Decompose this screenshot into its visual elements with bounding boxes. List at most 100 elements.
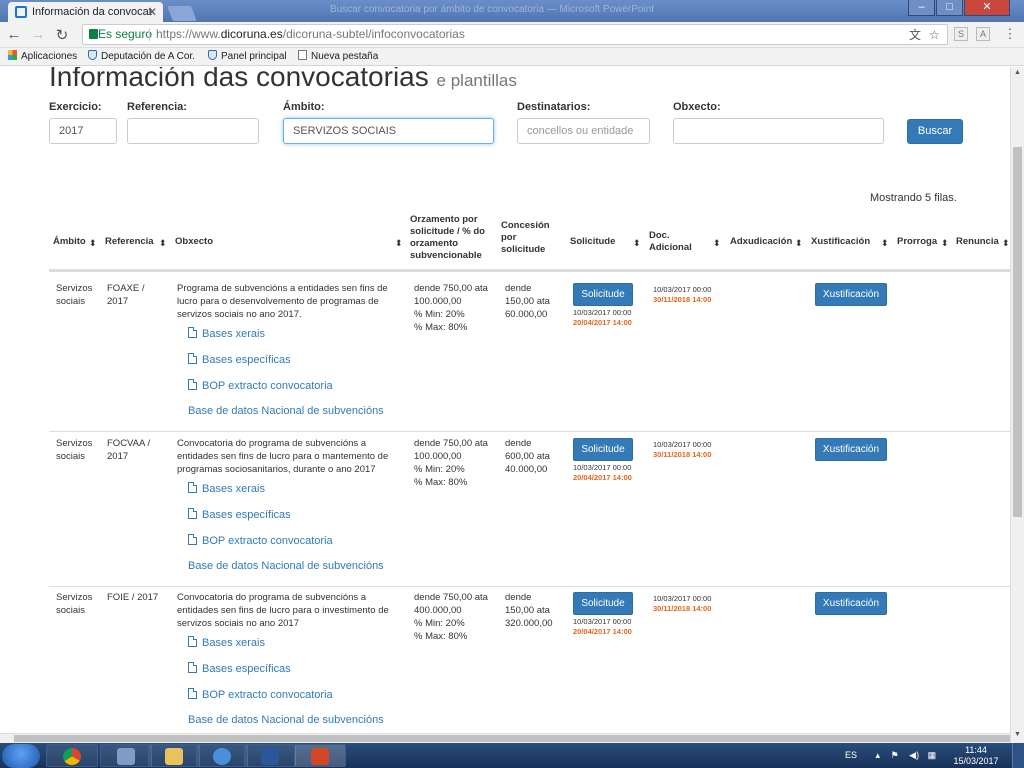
header-ambito[interactable]: Ámbito xyxy=(53,236,86,248)
taskbar-powerpoint[interactable] xyxy=(294,744,346,767)
sort-icon[interactable]: ⬍ xyxy=(713,238,721,249)
document-icon xyxy=(188,482,197,493)
referencia-input[interactable] xyxy=(127,118,259,144)
header-renuncia[interactable]: Renuncia xyxy=(956,236,999,248)
solicitude-button[interactable]: Solicitude xyxy=(573,592,633,615)
star-icon[interactable]: ☆ xyxy=(929,26,940,45)
language-indicator[interactable]: ES xyxy=(845,750,857,760)
header-doc-adicional[interactable]: Doc. Adicional xyxy=(649,230,694,254)
doc-start-date: 10/03/2017 00:00 xyxy=(653,285,712,294)
taskbar-app[interactable] xyxy=(100,744,152,767)
obxecto-label: Obxecto: xyxy=(673,101,721,113)
bookmark-deputacion[interactable]: Deputación de A Cor. xyxy=(88,48,195,65)
ambito-label: Ámbito: xyxy=(283,101,325,113)
horizontal-scrollbar[interactable] xyxy=(0,733,1010,743)
ambito-input[interactable]: SERVIZOS SOCIAIS xyxy=(283,118,494,144)
bookmark-nueva-pestana[interactable]: Nueva pestaña xyxy=(298,48,378,65)
scroll-up-icon[interactable]: ▲ xyxy=(1014,69,1021,76)
sort-icon[interactable]: ⬍ xyxy=(795,238,803,249)
close-window-button[interactable]: ✕ xyxy=(964,0,1010,16)
table-header: Ámbito ⬍ Referencia ⬍ Obxecto ⬍ Orzamento p… xyxy=(49,212,1010,272)
start-button[interactable] xyxy=(2,744,40,768)
exercicio-input[interactable]: 2017 xyxy=(49,118,117,144)
volume-icon[interactable]: ◀) xyxy=(909,750,919,760)
close-tab-icon[interactable]: ✕ xyxy=(147,2,157,22)
cell-orzamento: dende 750,00 ata 400.000,00 % Min: 20% %… xyxy=(414,592,488,642)
xustificacion-button[interactable]: Xustificación xyxy=(815,592,887,615)
search-button[interactable]: Buscar xyxy=(907,119,963,144)
cell-referencia: FOCVAA / 2017 xyxy=(107,438,151,462)
solicitude-button[interactable]: Solicitude xyxy=(573,283,633,306)
solicitude-start-date: 10/03/2017 00:00 xyxy=(573,617,632,626)
header-xustificacion[interactable]: Xustificación xyxy=(811,236,870,248)
link-bop-extracto[interactable]: BOP extracto convocatoria xyxy=(188,688,333,701)
header-orzamento[interactable]: Orzamento por solicitude / % do orzament… xyxy=(410,214,490,262)
maximize-button[interactable]: □ xyxy=(936,0,963,16)
vertical-scrollbar[interactable]: ▲ ▼ xyxy=(1010,67,1024,743)
minimize-button[interactable]: ‒ xyxy=(908,0,935,16)
link-base-datos-nacional[interactable]: Base de datos Nacional de subvencións xyxy=(188,714,384,726)
link-bop-extracto[interactable]: BOP extracto convocatoria xyxy=(188,379,333,392)
extension-icon[interactable]: A xyxy=(976,27,990,41)
forward-arrow-icon[interactable]: → xyxy=(30,26,46,43)
reload-icon[interactable]: ↻ xyxy=(54,26,70,44)
sort-icon[interactable]: ⬍ xyxy=(89,238,97,249)
taskbar-explorer[interactable] xyxy=(148,744,200,767)
taskbar-chrome[interactable] xyxy=(46,744,98,767)
sort-icon[interactable]: ⬍ xyxy=(1002,238,1010,249)
scrollbar-thumb[interactable] xyxy=(1013,147,1022,517)
solicitude-button[interactable]: Solicitude xyxy=(573,438,633,461)
taskbar-word[interactable] xyxy=(244,744,296,767)
header-solicitude[interactable]: Solicitude xyxy=(570,236,615,248)
header-referencia[interactable]: Referencia xyxy=(105,236,154,248)
taskbar-app[interactable] xyxy=(196,744,248,767)
bookmark-panel-principal[interactable]: Panel principal xyxy=(208,48,287,65)
header-prorroga[interactable]: Prorroga xyxy=(897,236,937,248)
system-tray: ES ▴ ⚑ ◀) ▦ xyxy=(845,743,936,768)
destinatarios-input[interactable]: concellos ou entidade xyxy=(517,118,650,144)
sort-icon[interactable]: ⬍ xyxy=(941,238,949,249)
sort-icon[interactable]: ⬍ xyxy=(159,238,167,249)
address-bar[interactable]: Es seguro https://www.dicoruna.es/dicoru… xyxy=(82,24,948,45)
page-title: Información das convocatorias e plantill… xyxy=(49,67,517,92)
show-desktop-button[interactable] xyxy=(1012,743,1024,768)
link-base-datos-nacional[interactable]: Base de datos Nacional de subvencións xyxy=(188,560,384,572)
xustificacion-button[interactable]: Xustificación xyxy=(815,438,887,461)
menu-icon[interactable]: ⋮ xyxy=(1002,26,1018,42)
obxecto-input[interactable] xyxy=(673,118,884,144)
chevron-up-icon[interactable]: ▴ xyxy=(876,750,881,760)
link-bases-xerais[interactable]: Bases xerais xyxy=(188,636,265,649)
word-icon xyxy=(261,748,279,765)
browser-tab[interactable]: Información da convocat ✕ xyxy=(8,2,163,22)
header-concesion[interactable]: Concesión por solicitude xyxy=(501,220,553,256)
header-adxudicacion[interactable]: Adxudicación xyxy=(730,236,792,248)
new-tab-button[interactable] xyxy=(167,6,197,21)
doc-start-date: 10/03/2017 00:00 xyxy=(653,594,712,603)
link-bases-especificas[interactable]: Bases específicas xyxy=(188,353,291,366)
network-icon[interactable]: ▦ xyxy=(928,750,937,760)
xustificacion-button[interactable]: Xustificación xyxy=(815,283,887,306)
link-bases-xerais[interactable]: Bases xerais xyxy=(188,482,265,495)
cell-obxecto: Convocatoria do programa de subvencións … xyxy=(177,592,389,629)
address-toolbar: ← → ↻ Es seguro https://www.dicoruna.es/… xyxy=(0,22,1024,48)
link-bases-xerais[interactable]: Bases xerais xyxy=(188,327,265,340)
sort-icon[interactable]: ⬍ xyxy=(881,238,889,249)
scroll-down-icon[interactable]: ▼ xyxy=(1014,731,1021,738)
link-bases-especificas[interactable]: Bases específicas xyxy=(188,508,291,521)
sort-icon[interactable]: ⬍ xyxy=(633,238,641,249)
extension-icon[interactable]: S xyxy=(954,27,968,41)
sort-icon[interactable]: ⬍ xyxy=(395,238,403,249)
bookmark-apps[interactable]: Aplicaciones xyxy=(8,48,77,65)
link-bases-especificas[interactable]: Bases específicas xyxy=(188,662,291,675)
document-icon xyxy=(188,636,197,647)
translate-icon[interactable]: 文 xyxy=(909,26,921,45)
link-base-datos-nacional[interactable]: Base de datos Nacional de subvencións xyxy=(188,405,384,417)
link-bop-extracto[interactable]: BOP extracto convocatoria xyxy=(188,534,333,547)
document-icon xyxy=(188,688,197,699)
clock[interactable]: 11:44 15/03/2017 xyxy=(953,745,999,767)
back-arrow-icon[interactable]: ← xyxy=(6,26,22,43)
flag-icon[interactable]: ⚑ xyxy=(891,750,899,760)
scrollbar-thumb[interactable] xyxy=(14,735,1010,742)
document-icon xyxy=(188,662,197,673)
header-obxecto[interactable]: Obxecto xyxy=(175,236,213,248)
